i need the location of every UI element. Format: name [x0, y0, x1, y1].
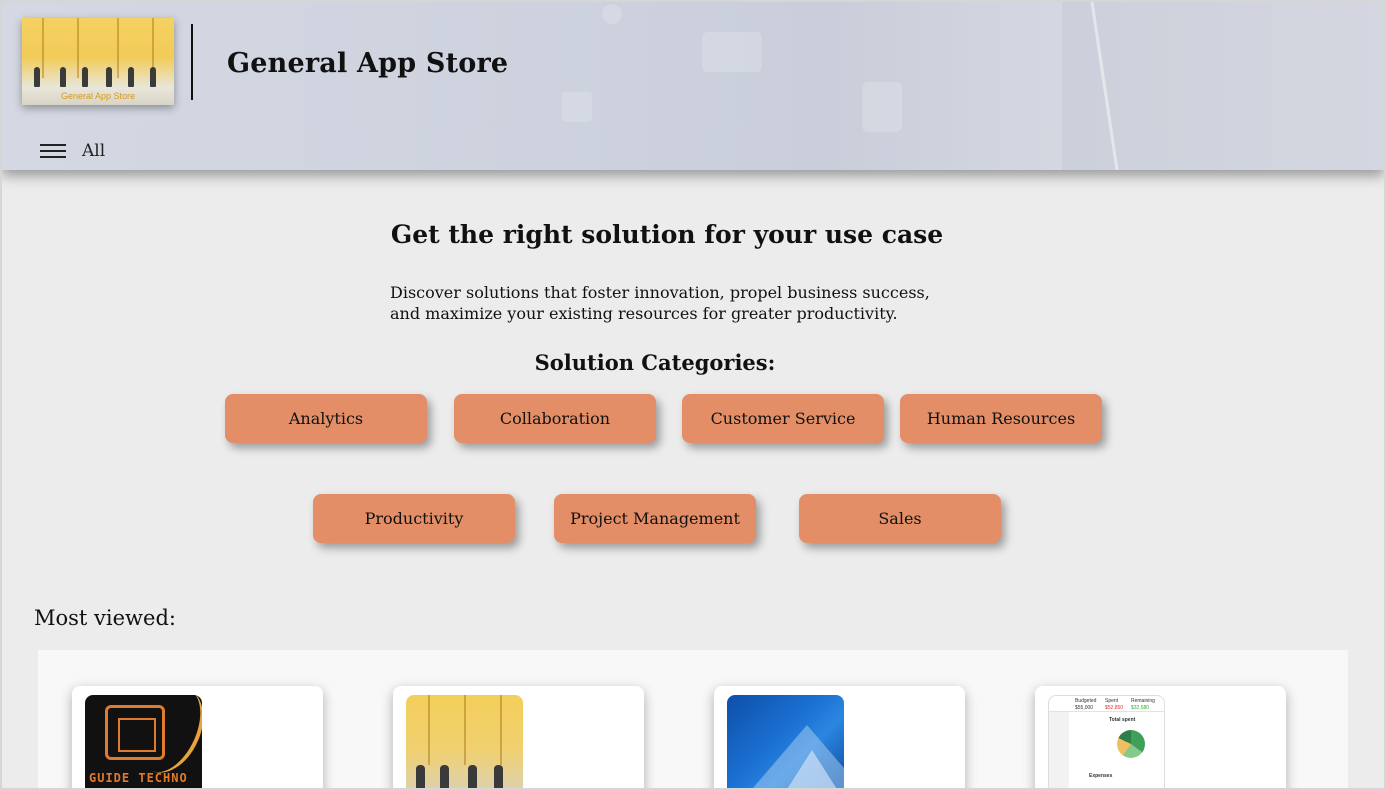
app-card-guide-techno[interactable]: GUIDE TECHNO: [72, 686, 323, 790]
app-thumbnail: [727, 695, 844, 790]
category-button-project-management[interactable]: Project Management: [554, 494, 756, 543]
store-logo[interactable]: General App Store: [22, 18, 174, 105]
header-background-graphic: [562, 2, 1384, 170]
app-card-budget-dashboard[interactable]: Budgeted Spent Remaining $55,000 $52,850…: [1035, 686, 1286, 790]
thumb-value-remaining: $32,580: [1131, 705, 1150, 711]
pie-chart-icon: [1117, 730, 1145, 758]
categories-heading: Solution Categories:: [534, 350, 776, 375]
thumb-label-budgeted: Budgeted: [1075, 698, 1097, 704]
thumb-label-remaining: Remaining: [1131, 698, 1155, 704]
logo-text: General App Store: [60, 91, 136, 101]
hero-description: Discover solutions that foster innovatio…: [390, 283, 930, 323]
category-button-sales[interactable]: Sales: [799, 494, 1001, 543]
app-thumbnail: GUIDE TECHNO: [85, 695, 202, 790]
header-divider: [191, 24, 193, 100]
category-button-productivity[interactable]: Productivity: [313, 494, 515, 543]
thumb-value-budgeted: $55,000: [1075, 705, 1094, 711]
app-card-general-app-store[interactable]: [393, 686, 644, 790]
site-title: General App Store: [227, 48, 509, 79]
category-button-customer-service[interactable]: Customer Service: [682, 394, 884, 443]
app-thumbnail: [406, 695, 523, 790]
most-viewed-heading: Most viewed:: [34, 606, 176, 630]
thumb-label-expenses: Expenses: [1089, 773, 1113, 779]
hamburger-menu-icon[interactable]: [40, 142, 66, 160]
thumb-value-spent: $52,850: [1105, 705, 1124, 711]
category-button-analytics[interactable]: Analytics: [225, 394, 427, 443]
nav-menu: All: [40, 138, 105, 164]
hero-title: Get the right solution for your use case: [390, 220, 944, 249]
site-header: General App Store General App Store All: [2, 2, 1384, 170]
app-card-blue-graphic[interactable]: [714, 686, 965, 790]
menu-all-link[interactable]: All: [82, 141, 105, 161]
thumb-label-total-spent: Total spent: [1109, 717, 1136, 723]
thumbnail-text: GUIDE TECHNO: [89, 771, 188, 785]
app-thumbnail: Budgeted Spent Remaining $55,000 $52,850…: [1048, 695, 1165, 790]
category-button-human-resources[interactable]: Human Resources: [900, 394, 1102, 443]
thumb-label-spent: Spent: [1105, 698, 1119, 704]
category-button-collaboration[interactable]: Collaboration: [454, 394, 656, 443]
